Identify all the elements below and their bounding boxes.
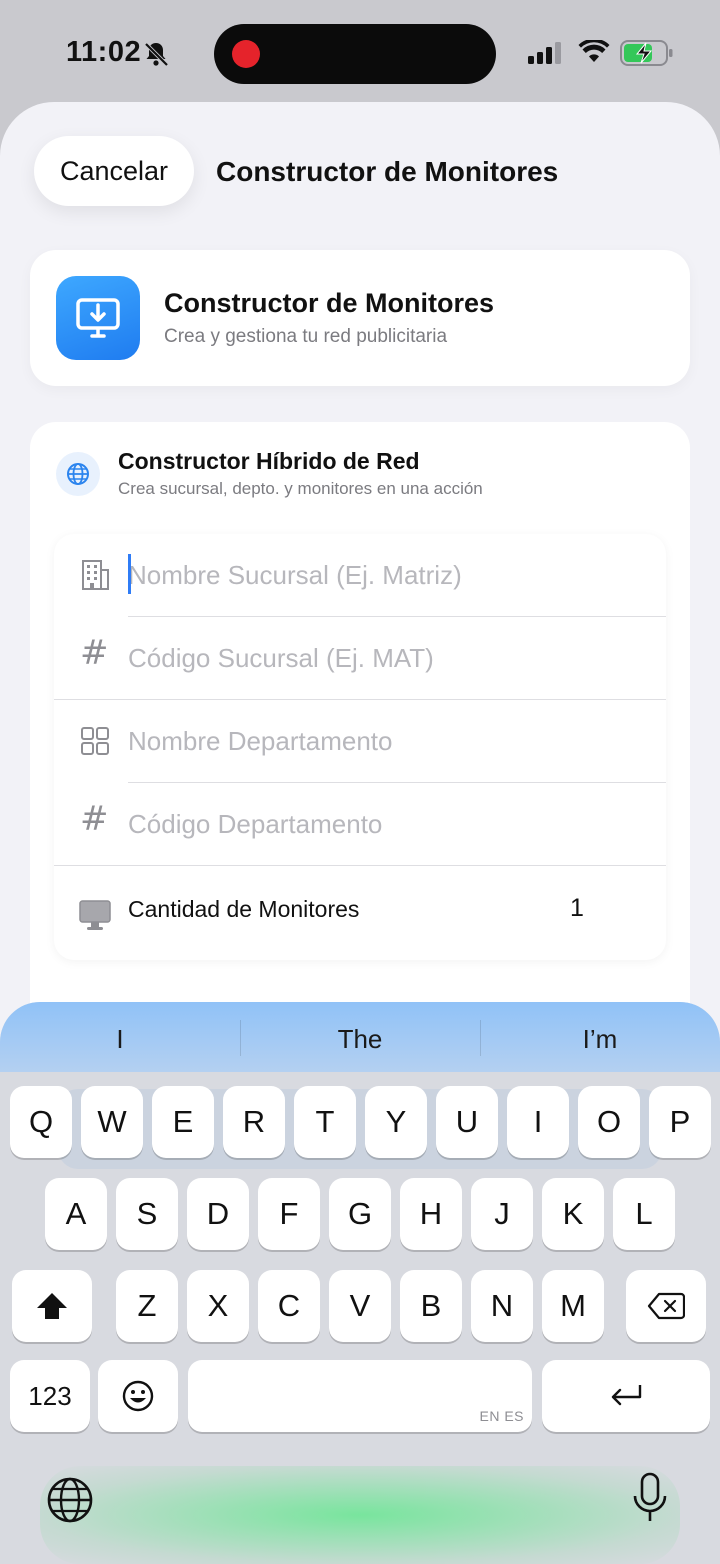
- cellular-signal-icon: [528, 42, 561, 64]
- key-h[interactable]: H: [400, 1178, 462, 1250]
- key-p[interactable]: P: [649, 1086, 711, 1158]
- key-g[interactable]: G: [329, 1178, 391, 1250]
- monitor-icon: [79, 900, 111, 930]
- key-a[interactable]: A: [45, 1178, 107, 1250]
- status-time: 11:02: [66, 36, 142, 68]
- header-card: Constructor de Monitores Crea y gestiona…: [30, 250, 690, 386]
- return-icon: [611, 1385, 642, 1406]
- grid-icon: [81, 727, 109, 755]
- bell-off-icon: [144, 42, 169, 67]
- backspace-icon: [647, 1292, 685, 1320]
- shift-icon: [37, 1293, 67, 1319]
- branch-code-input[interactable]: [128, 631, 648, 685]
- key-w[interactable]: W: [81, 1086, 143, 1158]
- key-b[interactable]: B: [400, 1270, 462, 1342]
- suggestion-2[interactable]: The: [240, 1024, 480, 1055]
- key-l[interactable]: L: [613, 1178, 675, 1250]
- keyboard-language-label: EN ES: [479, 1408, 524, 1424]
- delete-key[interactable]: [626, 1270, 706, 1342]
- hashtag-icon: #: [80, 633, 109, 673]
- key-i[interactable]: I: [507, 1086, 569, 1158]
- header-title: Constructor de Monitores: [164, 288, 495, 318]
- monitor-count-value[interactable]: 1: [570, 894, 584, 923]
- key-t[interactable]: T: [294, 1086, 356, 1158]
- branch-code-row: #: [54, 617, 666, 699]
- emoji-icon: [122, 1380, 154, 1412]
- dept-code-row: #: [54, 783, 666, 865]
- recording-icon: [232, 40, 260, 68]
- key-e[interactable]: E: [152, 1086, 214, 1158]
- suggestion-bar: I The I’m: [0, 1002, 720, 1072]
- key-o[interactable]: O: [578, 1086, 640, 1158]
- shift-key[interactable]: [12, 1270, 92, 1342]
- dept-name-input[interactable]: [128, 714, 648, 768]
- nav-title: Constructor de Monitores: [216, 156, 559, 187]
- wifi-icon: [578, 40, 610, 62]
- key-z[interactable]: Z: [116, 1270, 178, 1342]
- monitor-download-icon: [56, 276, 140, 360]
- monitor-count-label: Cantidad de Monitores: [128, 896, 360, 922]
- dept-code-input[interactable]: [128, 797, 648, 851]
- key-n[interactable]: N: [471, 1270, 533, 1342]
- key-v[interactable]: V: [329, 1270, 391, 1342]
- dept-name-row: [54, 700, 666, 782]
- key-y[interactable]: Y: [365, 1086, 427, 1158]
- space-key[interactable]: EN ES: [188, 1360, 532, 1432]
- section-subtitle: Crea sucursal, depto. y monitores en una…: [118, 479, 483, 498]
- key-k[interactable]: K: [542, 1178, 604, 1250]
- key-c[interactable]: C: [258, 1270, 320, 1342]
- builder-form: # #: [54, 534, 666, 960]
- header-subtitle: Crea y gestiona tu red publicitaria: [164, 326, 448, 347]
- numbers-key[interactable]: 123: [10, 1360, 90, 1432]
- section-title: Constructor Híbrido de Red: [118, 448, 420, 474]
- key-j[interactable]: J: [471, 1178, 533, 1250]
- cancel-button[interactable]: Cancelar: [34, 136, 194, 206]
- key-d[interactable]: D: [187, 1178, 249, 1250]
- globe-icon: [56, 452, 100, 496]
- globe-icon[interactable]: [46, 1476, 94, 1524]
- divider: [54, 865, 666, 866]
- monitor-count-row[interactable]: Cantidad de Monitores 1: [54, 868, 666, 960]
- key-u[interactable]: U: [436, 1086, 498, 1158]
- suggestion-3[interactable]: I’m: [480, 1024, 720, 1055]
- emoji-key[interactable]: [98, 1360, 178, 1432]
- key-q[interactable]: Q: [10, 1086, 72, 1158]
- hashtag-icon: #: [80, 799, 109, 839]
- building-icon: [82, 560, 109, 590]
- key-x[interactable]: X: [187, 1270, 249, 1342]
- suggestion-1[interactable]: I: [0, 1024, 240, 1055]
- status-bar: 11:02: [0, 0, 720, 104]
- keyboard: I The I’m Q W E R T Y U I O P A S D F G …: [0, 1002, 720, 1564]
- microphone-icon[interactable]: [632, 1472, 668, 1524]
- dynamic-island: [214, 24, 496, 84]
- branch-name-row: [54, 534, 666, 616]
- branch-name-input[interactable]: [128, 548, 648, 602]
- text-cursor: [128, 554, 131, 594]
- bottom-button-glow: [40, 1466, 680, 1564]
- key-m[interactable]: M: [542, 1270, 604, 1342]
- key-f[interactable]: F: [258, 1178, 320, 1250]
- battery-charging-icon: [620, 40, 673, 66]
- key-s[interactable]: S: [116, 1178, 178, 1250]
- return-key[interactable]: [542, 1360, 710, 1432]
- key-r[interactable]: R: [223, 1086, 285, 1158]
